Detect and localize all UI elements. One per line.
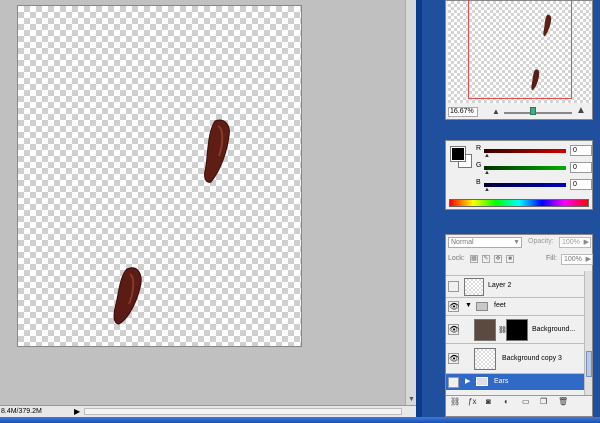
opacity-value: 100% [562, 239, 580, 246]
opacity-field[interactable]: 100% ▶ [559, 237, 591, 248]
layer-thumbnail [474, 348, 496, 370]
status-menu-arrow-icon[interactable]: ▶ [74, 406, 80, 417]
adjustment-layer-icon[interactable]: ◐ [504, 397, 509, 406]
expand-triangle-icon[interactable]: ▼ [465, 302, 472, 309]
blue-channel-slider[interactable] [484, 183, 566, 187]
canvas-vertical-scrollbar[interactable]: ▼ [405, 0, 416, 405]
navigator-panel: 16.67% ▲ ▲ [445, 0, 593, 120]
panels-dock: 16.67% ▲ ▲ R ▲ 0 G ▲ 0 B ▲ 0 Normal ▼ Op… [422, 0, 600, 417]
layer-style-icon[interactable]: ƒx [468, 397, 476, 406]
document-canvas[interactable] [17, 5, 302, 347]
scroll-down-icon[interactable]: ▼ [407, 395, 416, 404]
green-channel-row: G ▲ 0 [476, 162, 592, 176]
layers-scroll-thumb[interactable] [586, 351, 592, 377]
blue-slider-handle-icon[interactable]: ▲ [484, 187, 490, 193]
eye-icon[interactable]: 👁 [448, 324, 459, 335]
green-channel-slider[interactable] [484, 166, 566, 170]
ear-shape-upper [204, 119, 230, 183]
canvas-artwork [113, 119, 230, 325]
lock-position-icon[interactable]: ✥ [494, 255, 502, 263]
folder-icon [476, 377, 488, 386]
fill-label: Fill: [546, 255, 557, 262]
visibility-toggle[interactable] [448, 281, 459, 292]
new-layer-icon[interactable]: ❐ [540, 397, 547, 406]
foreground-color-swatch[interactable] [450, 146, 466, 162]
blue-value-field[interactable]: 0 [570, 179, 592, 190]
red-channel-slider[interactable] [484, 149, 566, 153]
visibility-toggle[interactable] [448, 377, 459, 388]
fill-field[interactable]: 100% ▶ [561, 254, 593, 265]
document-workspace [0, 0, 405, 405]
zoom-slider-track[interactable] [504, 112, 572, 114]
layers-scrollbar[interactable] [584, 271, 592, 395]
fill-value: 100% [564, 256, 582, 263]
document-size-info: 8.4M/379.2M [1, 408, 42, 415]
delete-layer-icon[interactable]: 🗑 [558, 397, 568, 406]
link-layers-icon[interactable]: ⛓ [450, 397, 460, 406]
layers-toolbar: ⛓ ƒx ◙ ◐ ▭ ❐ 🗑 [446, 395, 592, 408]
zoom-slider-handle[interactable] [530, 107, 536, 115]
add-mask-icon[interactable]: ◙ [486, 397, 491, 406]
new-group-icon[interactable]: ▭ [522, 397, 530, 406]
blue-channel-row: B ▲ 0 [476, 179, 592, 193]
red-channel-row: R ▲ 0 [476, 145, 592, 159]
color-panel: R ▲ 0 G ▲ 0 B ▲ 0 [445, 140, 593, 210]
opacity-label: Opacity: [528, 238, 554, 245]
zoom-in-icon[interactable]: ▲ [576, 105, 586, 116]
layer-name: Background... [532, 326, 576, 333]
chevron-down-icon: ▼ [513, 239, 520, 246]
red-value-field[interactable]: 0 [570, 145, 592, 156]
layer-group-row[interactable]: 👁 ▼ feet [446, 297, 584, 315]
layer-row[interactable]: Layer 2 [446, 275, 584, 297]
navigator-zoom-field[interactable]: 16.67% [448, 107, 478, 117]
navigator-preview[interactable] [448, 0, 591, 103]
group-name: Ears [494, 378, 509, 385]
lock-all-icon[interactable]: ■ [506, 255, 514, 263]
layer-row[interactable]: 👁 ⛓ Background... [446, 315, 584, 343]
lock-transparency-icon[interactable]: ▦ [470, 255, 478, 263]
windows-taskbar [0, 417, 600, 423]
canvas-horizontal-scrollbar[interactable] [84, 408, 402, 415]
red-channel-label: R [476, 145, 482, 152]
collapse-triangle-icon[interactable]: ▶ [465, 377, 470, 385]
color-spectrum-ramp[interactable] [449, 199, 589, 207]
layer-thumbnail [474, 319, 496, 341]
ear-shape-lower [113, 267, 142, 325]
layer-thumbnail [464, 278, 484, 296]
folder-icon [476, 302, 488, 311]
layer-row[interactable]: 👁 Background copy 3 [446, 343, 584, 373]
layers-panel: Normal ▼ Opacity: 100% ▶ Lock: ▦ ✎ ✥ ■ F… [445, 234, 593, 417]
layer-mask-thumbnail[interactable] [506, 319, 528, 341]
lock-row: Lock: ▦ ✎ ✥ ■ Fill: 100% ▶ [448, 254, 593, 266]
green-slider-handle-icon[interactable]: ▲ [484, 170, 490, 176]
blue-channel-label: B [476, 179, 481, 186]
green-channel-label: G [476, 162, 482, 169]
layer-name: Background copy 3 [502, 355, 562, 362]
blend-mode-select[interactable]: Normal ▼ [448, 237, 522, 248]
opacity-arrow-icon: ▶ [583, 239, 589, 246]
zoom-out-icon[interactable]: ▲ [492, 107, 500, 116]
layer-name: Layer 2 [488, 282, 512, 289]
red-slider-handle-icon[interactable]: ▲ [484, 153, 490, 159]
eye-icon[interactable]: 👁 [448, 353, 459, 364]
green-value-field[interactable]: 0 [570, 162, 592, 173]
layer-group-row-selected[interactable]: ▶ Ears [446, 373, 584, 390]
lock-pixels-icon[interactable]: ✎ [482, 255, 490, 263]
navigator-artwork [531, 14, 552, 91]
status-bar: 8.4M/379.2M ▶ [0, 405, 416, 417]
blend-mode-value: Normal [451, 239, 474, 246]
eye-icon[interactable]: 👁 [448, 301, 459, 312]
fill-arrow-icon: ▶ [585, 256, 591, 263]
lock-label: Lock: [448, 255, 465, 262]
group-name: feet [494, 302, 506, 309]
